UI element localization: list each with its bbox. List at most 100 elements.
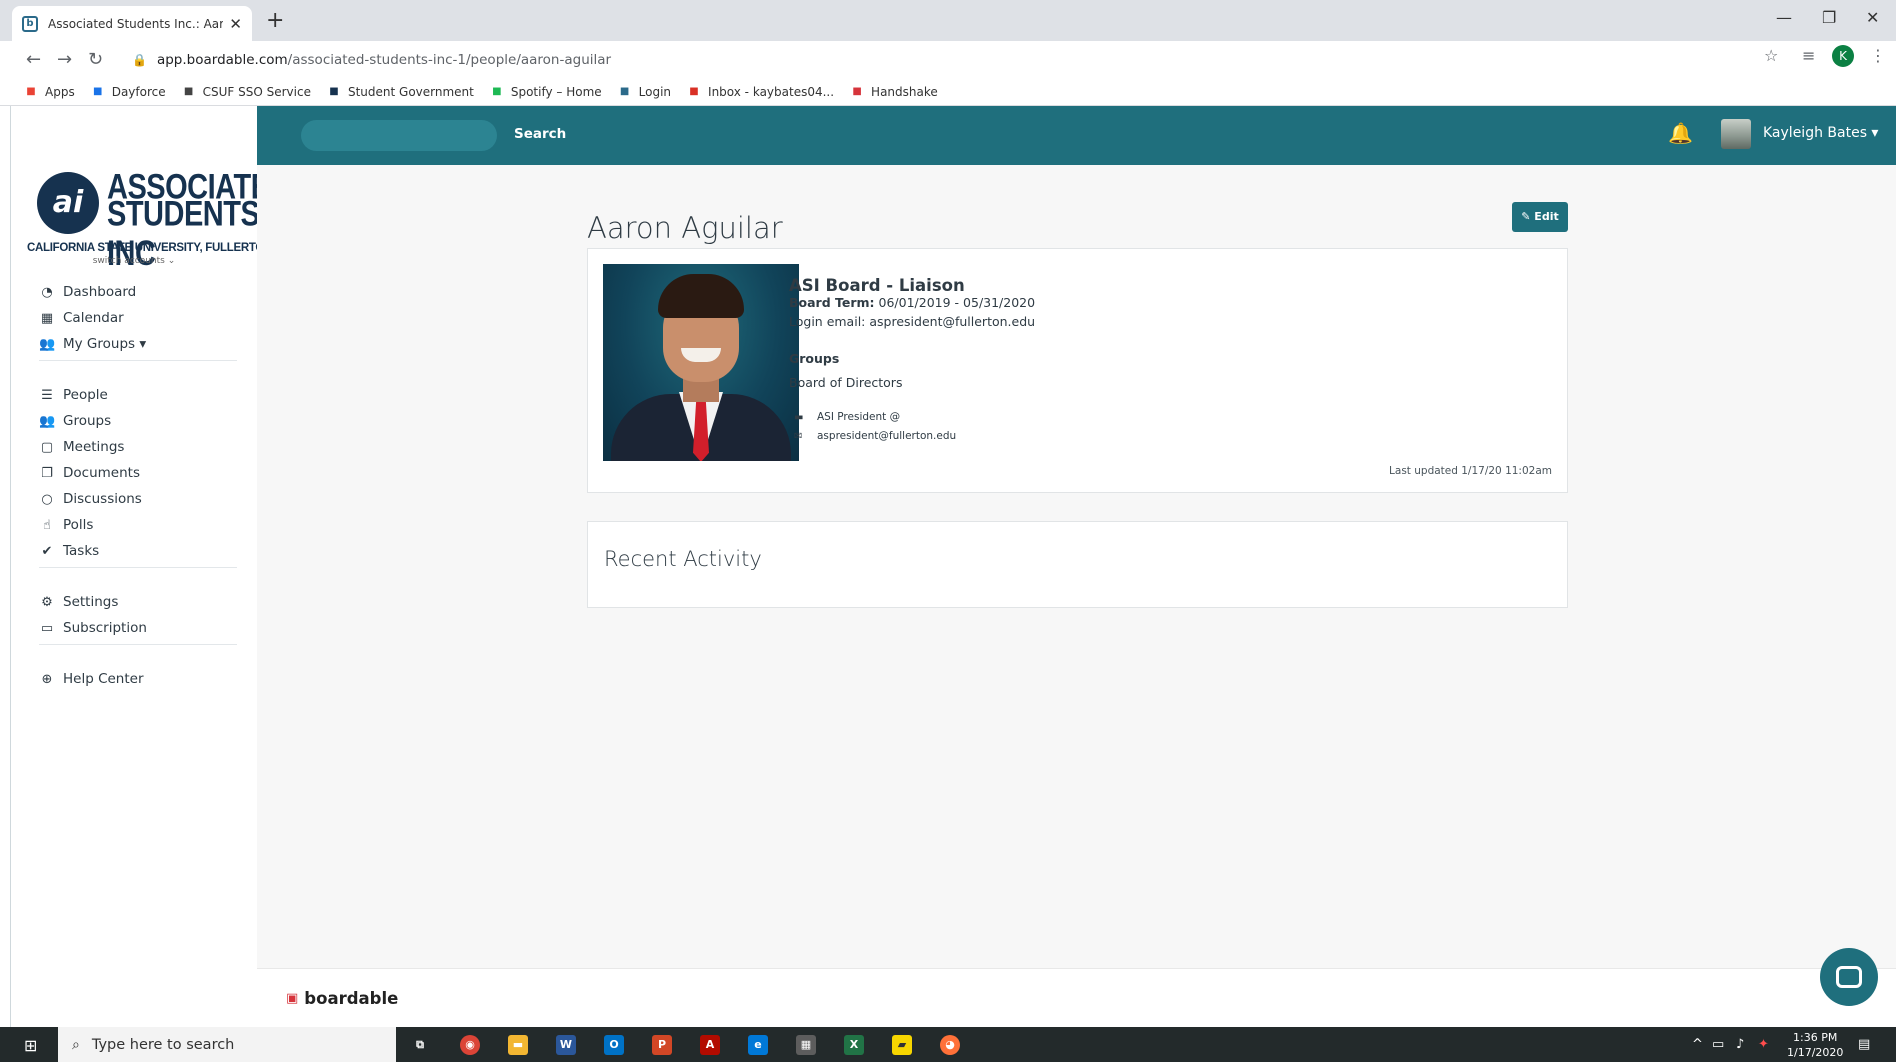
bookmark-item[interactable]: ■ Login [618,85,671,99]
chrome-icon[interactable]: ◉ [460,1035,480,1055]
sidebar-item-subscription[interactable]: ▭ Subscription [39,620,147,636]
minimize-icon[interactable]: — [1776,8,1792,27]
sticky-notes-icon[interactable]: ▰ [892,1035,912,1055]
hand-icon: ☝ [43,517,51,533]
boardable-favicon-icon: b [22,15,38,32]
firefox-icon[interactable]: ◕ [940,1035,960,1055]
sidebar-item-label: Groups [63,413,112,429]
notifications-bell-icon[interactable]: 🔔 [1668,121,1693,145]
login-email-label: Login email: [789,314,866,329]
sidebar-item-my-groups[interactable]: 👥 My Groups ▾ [39,336,146,352]
top-navigation-bar: Search 🔔 Kayleigh Bates ▾ [257,106,1896,165]
contact-email-link[interactable]: aspresident@fullerton.edu [817,430,956,442]
page-title: Aaron Aguilar [587,211,783,245]
groups-heading: Groups [789,351,840,366]
bookmark-item[interactable]: ■ Dayforce [91,85,166,99]
clock-date: 1/17/2020 [1787,1046,1844,1059]
profile-card: ASI Board - Liaison Board Term: 06/01/20… [587,248,1568,493]
sidebar-item-discussions[interactable]: ○ Discussions [39,491,142,507]
sidebar-item-people[interactable]: ☰ People [39,387,108,403]
acrobat-icon[interactable]: A [700,1035,720,1055]
profile-avatar[interactable]: K [1832,45,1854,67]
bookmark-item[interactable]: ■ Handshake [850,85,937,99]
reload-icon[interactable]: ↻ [80,49,111,70]
address-bar-row: ← → ↻ 🔒 app.boardable.com /associated-st… [0,41,1896,78]
url-host: app.boardable.com [156,51,288,68]
sidebar-item-documents[interactable]: ❐ Documents [39,465,140,481]
edit-button[interactable]: ✎ Edit [1512,202,1568,232]
switch-accounts-link[interactable]: switch accounts ⌄ [11,256,257,266]
powerpoint-icon[interactable]: P [652,1035,672,1055]
excel-icon[interactable]: X [844,1035,864,1055]
forward-icon[interactable]: → [49,49,80,70]
taskbar-search-input[interactable]: ⌕ Type here to search [58,1027,396,1062]
contact-title: ▬ ASI President @ [794,411,900,423]
bookmark-item[interactable]: ■ CSUF SSO Service [182,85,311,99]
network-icon[interactable]: ▭ [1712,1037,1724,1052]
url-field[interactable]: 🔒 app.boardable.com /associated-students… [122,45,1762,74]
app-root: ai ASSOCIATED STUDENTS INC CALIFORNIA ST… [0,106,1896,1027]
url-path: /associated-students-inc-1/people/aaron-… [287,51,612,68]
calendar-icon: ▢ [40,439,54,455]
close-tab-icon[interactable]: ✕ [229,15,242,33]
boardable-logo[interactable]: ▣ boardable [286,989,398,1008]
media-queue-icon[interactable]: ≡ [1802,46,1815,65]
chat-launcher-button[interactable] [1820,948,1878,1006]
sidebar-item-polls[interactable]: ☝ Polls [39,517,93,533]
back-icon[interactable]: ← [18,49,49,70]
search-input[interactable] [301,120,497,151]
task-view-icon[interactable]: ⧉ [410,1035,430,1055]
boardable-logo-icon: ▣ [286,991,299,1006]
sidebar-item-help-center[interactable]: ⊕ Help Center [39,671,144,687]
asi-logo-mark-icon: ai [37,172,99,234]
calculator-icon[interactable]: ▦ [796,1035,816,1055]
taskbar-clock[interactable]: 1:36 PM 1/17/2020 [1787,1030,1843,1060]
tray-app-icon[interactable]: ✦ [1758,1037,1769,1052]
bookmarks-bar: ■ Apps ■ Dayforce ■ CSUF SSO Service ■ Student … [0,78,1896,106]
more-menu-icon[interactable]: ⋮ [1870,46,1886,65]
star-icon[interactable]: ☆ [1764,46,1778,65]
boardable-icon: ■ [619,85,630,97]
user-menu[interactable]: Kayleigh Bates ▾ [1763,125,1878,141]
sidebar-item-label: Help Center [63,671,144,687]
sidebar-item-tasks[interactable]: ✔ Tasks [39,543,100,559]
tab-title: Associated Students Inc.: Aaron A [48,16,224,31]
user-avatar[interactable] [1721,119,1751,149]
tray-chevron-icon[interactable]: ^ [1692,1037,1703,1052]
close-window-icon[interactable]: ✕ [1866,8,1879,27]
board-term-value: 06/01/2019 - 05/31/2020 [878,295,1036,310]
sidebar-item-groups[interactable]: 👥 Groups [39,413,111,429]
group-link[interactable]: Board of Directors [789,375,902,390]
bookmark-item[interactable]: ■ Student Government [327,85,474,99]
sidebar-item-label: Settings [63,594,119,610]
role-title: ASI Board - Liaison [789,276,965,295]
bookmark-item[interactable]: ■ Apps [24,85,74,99]
volume-icon[interactable]: ♪ [1736,1037,1744,1052]
bookmark-label: Login [638,84,672,99]
sidebar-item-settings[interactable]: ⚙ Settings [39,594,118,610]
bookmark-item[interactable]: ■ Spotify – Home [490,85,602,99]
restore-icon[interactable]: ❐ [1822,8,1836,27]
sidebar-item-dashboard[interactable]: ◔ Dashboard [39,284,136,300]
word-icon[interactable]: W [556,1035,576,1055]
sidebar-item-meetings[interactable]: ▢ Meetings [39,439,125,455]
life-ring-icon: ⊕ [41,671,53,687]
windows-start-icon[interactable]: ⊞ [24,1036,37,1055]
sidebar: ai ASSOCIATED STUDENTS INC CALIFORNIA ST… [11,106,290,1027]
lock-icon: 🔒 [132,52,147,67]
bookmark-item[interactable]: ■ Inbox - kaybates04... [687,85,834,99]
search-button[interactable]: Search [514,126,566,142]
spotify-icon: ■ [492,85,502,97]
comment-icon: ○ [41,491,53,507]
envelope-icon: ✉ [794,430,803,442]
browser-tab[interactable]: b Associated Students Inc.: Aaron A ✕ [12,6,252,41]
outlook-icon[interactable]: O [604,1035,624,1055]
edge-icon[interactable]: e [748,1035,768,1055]
file-explorer-icon[interactable]: ▬ [508,1035,528,1055]
footer-brand: boardable [304,989,399,1008]
notifications-icon[interactable]: ▤ [1858,1037,1870,1052]
users-icon: 👥 [39,336,56,352]
sidebar-item-label: Discussions [63,491,142,507]
new-tab-icon[interactable]: + [266,8,284,33]
sidebar-item-calendar[interactable]: ▦ Calendar [39,310,124,326]
